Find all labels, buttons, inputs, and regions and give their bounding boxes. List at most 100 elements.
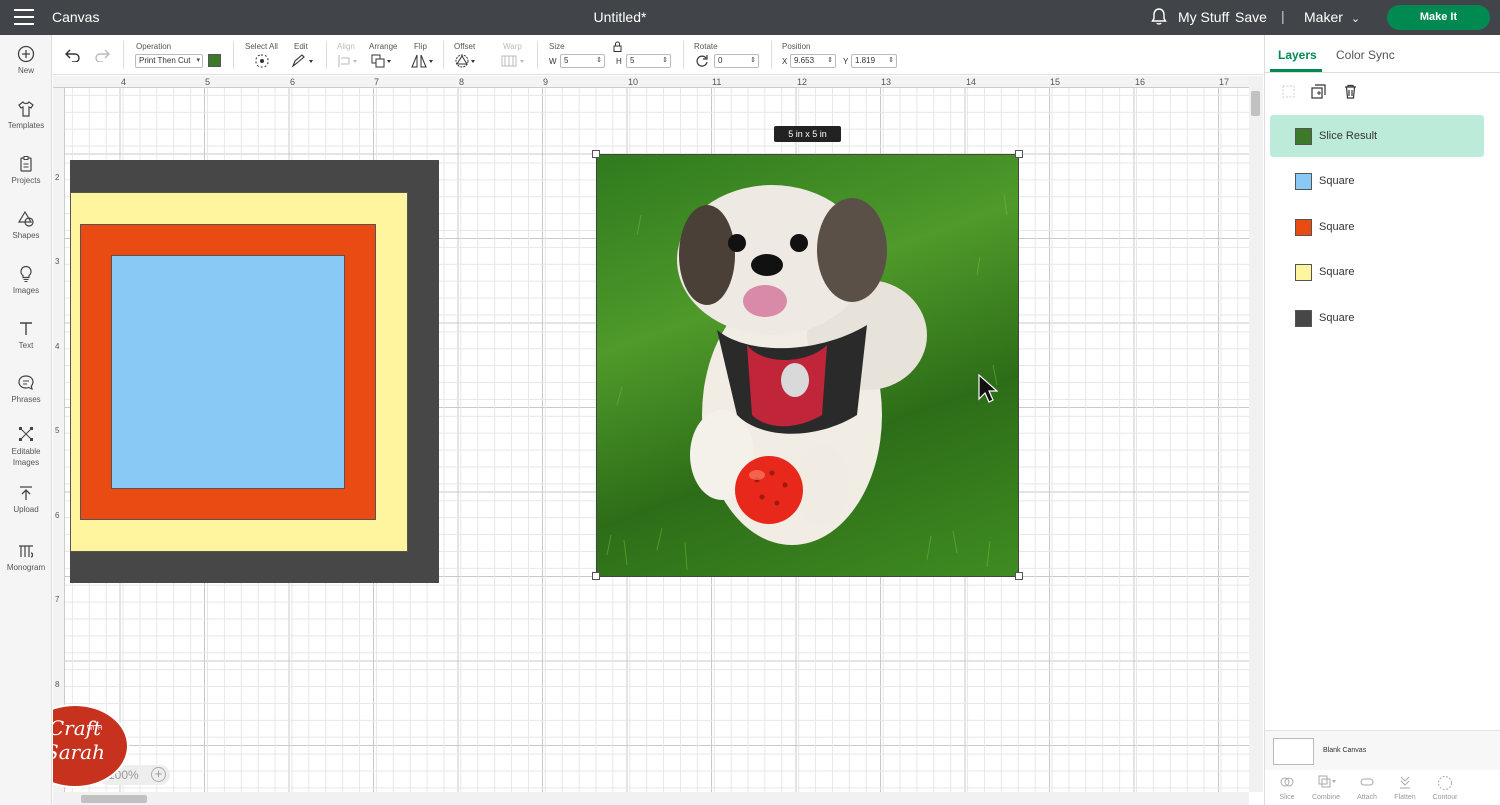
chevron-down-icon: ▾ xyxy=(196,57,200,64)
make-it-button[interactable]: Make It xyxy=(1387,5,1490,30)
scroll-thumb[interactable] xyxy=(1251,91,1260,116)
y-label: Y xyxy=(843,57,849,66)
print-swatch-icon[interactable] xyxy=(208,54,221,67)
shapes-icon xyxy=(17,210,34,227)
layer-row[interactable]: Slice Result xyxy=(1270,115,1484,157)
layer-thumbnail xyxy=(1295,128,1312,145)
resize-handle[interactable] xyxy=(592,150,600,158)
dog-photo xyxy=(606,185,1008,571)
vertical-scrollbar[interactable] xyxy=(1249,76,1263,792)
ruler-tick: 7 xyxy=(55,595,60,604)
sidebar-item-monogram[interactable]: Monogram xyxy=(0,542,52,572)
ruler-tick: 6 xyxy=(290,77,296,87)
height-label: H xyxy=(616,57,622,66)
stepper-icon[interactable]: ⇕ xyxy=(662,55,668,67)
layer-row[interactable]: Square xyxy=(1270,160,1484,202)
layer-swatch xyxy=(1295,173,1312,190)
layer-row[interactable]: Square xyxy=(1270,206,1484,248)
align-icon[interactable] xyxy=(337,54,359,68)
tab-layers[interactable]: Layers xyxy=(1278,48,1317,62)
contour-icon[interactable] xyxy=(1437,775,1453,791)
clipboard-icon xyxy=(20,156,32,172)
horizontal-scrollbar[interactable] xyxy=(53,792,1249,805)
sidebar-item-text[interactable]: Text xyxy=(0,320,52,350)
edit-toolbar: Operation Print Then Cut ▾ Select All Edi… xyxy=(53,35,1263,75)
ruler-tick: 5 xyxy=(205,77,211,87)
sidebar-item-new[interactable]: New xyxy=(0,45,52,75)
resize-handle[interactable] xyxy=(592,572,600,580)
size-label: Size xyxy=(549,42,565,51)
lock-icon[interactable] xyxy=(613,41,622,52)
combine-icon[interactable] xyxy=(1318,775,1338,789)
layer-row[interactable]: Square xyxy=(1270,297,1484,339)
delete-icon[interactable] xyxy=(1343,84,1358,99)
arrange-icon[interactable] xyxy=(371,54,393,68)
sidebar-label: Text xyxy=(18,341,34,350)
ruler-tick: 11 xyxy=(712,77,722,87)
zoom-in-icon[interactable]: + xyxy=(151,767,166,782)
position-x-input[interactable]: 9.653 ⇕ xyxy=(790,54,836,68)
attach-icon[interactable] xyxy=(1360,775,1374,789)
height-input[interactable]: 5 ⇕ xyxy=(626,54,671,68)
position-y-input[interactable]: 1.819 ⇕ xyxy=(851,54,897,68)
flip-icon[interactable] xyxy=(410,54,434,68)
sidebar-item-templates[interactable]: Templates xyxy=(0,100,52,130)
sidebar-item-upload[interactable]: Upload xyxy=(0,484,52,514)
shirt-icon xyxy=(18,101,34,117)
rotate-input[interactable]: 0 ⇕ xyxy=(714,54,759,68)
editable-image-icon xyxy=(19,427,33,441)
save-button[interactable]: Save xyxy=(1235,9,1267,25)
blank-canvas-row[interactable]: Blank Canvas xyxy=(1265,730,1500,770)
width-label: W xyxy=(549,57,557,66)
design-canvas[interactable]: 4 5 6 7 8 9 10 11 12 13 14 15 16 17 2 3 … xyxy=(53,76,1249,792)
layer-row[interactable]: Square xyxy=(1270,251,1484,293)
resize-handle[interactable] xyxy=(1015,572,1023,580)
operation-select[interactable]: Print Then Cut ▾ xyxy=(135,54,203,68)
toolbar-divider xyxy=(683,41,684,69)
slice-result-image[interactable] xyxy=(596,154,1019,577)
sidebar-label: New xyxy=(17,66,34,75)
stepper-icon[interactable]: ⇕ xyxy=(827,55,833,67)
stepper-icon[interactable]: ⇕ xyxy=(888,55,894,67)
height-value: 5 xyxy=(630,56,635,65)
topbar-divider: | xyxy=(1281,8,1285,24)
slice-icon[interactable] xyxy=(1280,775,1294,789)
flatten-icon[interactable] xyxy=(1398,775,1412,789)
scroll-thumb[interactable] xyxy=(81,795,147,803)
machine-selector[interactable]: Maker ⌄ xyxy=(1304,9,1360,25)
layer-name: Slice Result xyxy=(1319,130,1378,142)
square-blue[interactable] xyxy=(111,255,345,489)
document-title[interactable]: Untitled* xyxy=(0,9,1240,25)
group-icon[interactable] xyxy=(1281,84,1296,99)
undo-icon[interactable] xyxy=(65,48,81,62)
tab-color-sync[interactable]: Color Sync xyxy=(1336,48,1395,62)
offset-icon[interactable] xyxy=(455,54,477,68)
width-input[interactable]: 5 ⇕ xyxy=(560,54,605,68)
layer-name: Square xyxy=(1319,175,1355,187)
stepper-icon[interactable]: ⇕ xyxy=(596,55,602,67)
duplicate-icon[interactable] xyxy=(1311,84,1326,99)
ruler-tick: 14 xyxy=(966,77,977,87)
sidebar-item-editable-images[interactable]: Editable Images xyxy=(0,425,52,468)
toolbar-divider xyxy=(233,41,234,69)
stepper-icon[interactable]: ⇕ xyxy=(750,55,756,67)
my-stuff-link[interactable]: My Stuff xyxy=(1178,9,1229,25)
warp-icon[interactable] xyxy=(501,54,527,68)
layer-name: Square xyxy=(1319,221,1355,233)
redo-icon[interactable] xyxy=(94,48,110,62)
operation-label: Operation xyxy=(136,42,172,51)
resize-handle[interactable] xyxy=(1015,150,1023,158)
select-all-label: Select All xyxy=(245,42,278,51)
sidebar-item-projects[interactable]: Projects xyxy=(0,155,52,185)
sidebar-item-shapes[interactable]: Shapes xyxy=(0,210,52,240)
position-y-value: 1.819 xyxy=(855,56,876,65)
ruler-tick: 5 xyxy=(55,426,60,435)
sidebar-item-phrases[interactable]: Phrases xyxy=(0,374,52,404)
ruler-tick: 10 xyxy=(628,77,639,87)
edit-pencil-icon[interactable] xyxy=(291,54,315,68)
bell-icon[interactable] xyxy=(1151,8,1167,26)
slice-label: Slice xyxy=(1279,794,1295,801)
sidebar-item-images[interactable]: Images xyxy=(0,265,52,295)
select-all-icon[interactable] xyxy=(254,54,270,68)
layer-swatch xyxy=(1295,264,1312,281)
